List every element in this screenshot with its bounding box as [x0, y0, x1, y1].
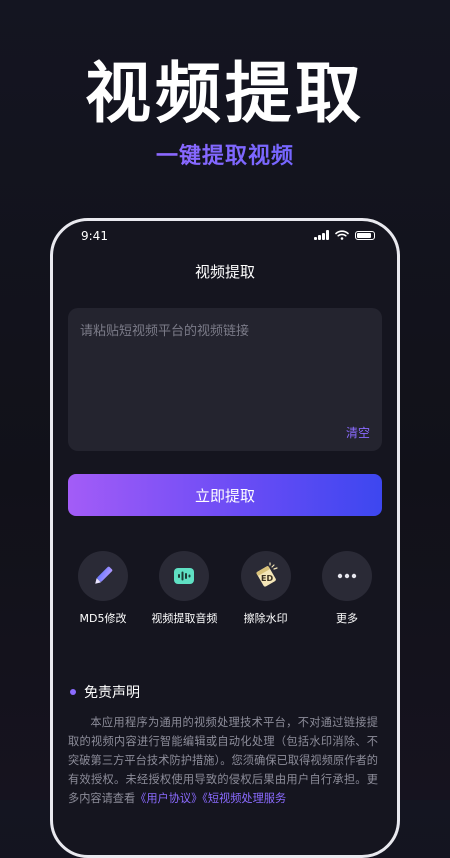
- extract-button-label: 立即提取: [194, 486, 255, 505]
- tool-label: 视频提取音频: [151, 612, 218, 625]
- signal-icon: [314, 230, 329, 240]
- link-input[interactable]: [68, 308, 382, 451]
- status-icons: [314, 230, 375, 240]
- battery-icon: [355, 230, 375, 240]
- user-agreement-link[interactable]: 《用户协议》: [135, 792, 202, 805]
- tool-label: 更多: [335, 612, 358, 625]
- disclaimer-title: 免责声明: [84, 685, 140, 701]
- link-input-box: 清空: [68, 308, 382, 451]
- tool-md5[interactable]: MD5修改: [63, 551, 143, 626]
- disclaimer-body: 本应用程序为通用的视频处理技术平台，不对通过链接提取的视频内容进行智能编辑或自动…: [68, 713, 378, 808]
- app-title: 视频提取: [194, 263, 255, 281]
- promo-title: 视频提取: [85, 55, 365, 132]
- svg-text:ED: ED: [261, 574, 273, 583]
- status-time: 9:41: [81, 229, 108, 243]
- disclaimer-header: 免责声明: [70, 682, 140, 702]
- bullet-dot-icon: [70, 689, 76, 695]
- tool-remove-watermark[interactable]: ED 擦除水印: [226, 551, 306, 626]
- audio-wave-icon: [159, 551, 210, 601]
- phone-frame: 9:41 视频提取 清空 立即提取: [50, 218, 400, 858]
- tool-label: 擦除水印: [243, 612, 288, 625]
- clear-button[interactable]: 清空: [346, 424, 370, 441]
- status-bar: 9:41: [53, 221, 397, 251]
- wifi-icon: [335, 230, 349, 240]
- tool-label: MD5修改: [79, 612, 127, 625]
- more-dots-icon: [321, 551, 372, 601]
- service-agreement-link[interactable]: 《短视频处理服务: [202, 792, 286, 805]
- eraser-watermark-icon: ED: [240, 551, 291, 601]
- tool-list: MD5修改 视频提取音频 ED 擦除水印 更多: [63, 551, 387, 626]
- tool-more[interactable]: 更多: [307, 551, 387, 626]
- promo-subtitle: 一键提取视频: [0, 138, 450, 170]
- tool-extract-audio[interactable]: 视频提取音频: [144, 551, 224, 626]
- pencil-icon: [78, 551, 128, 601]
- extract-button[interactable]: 立即提取: [68, 474, 382, 516]
